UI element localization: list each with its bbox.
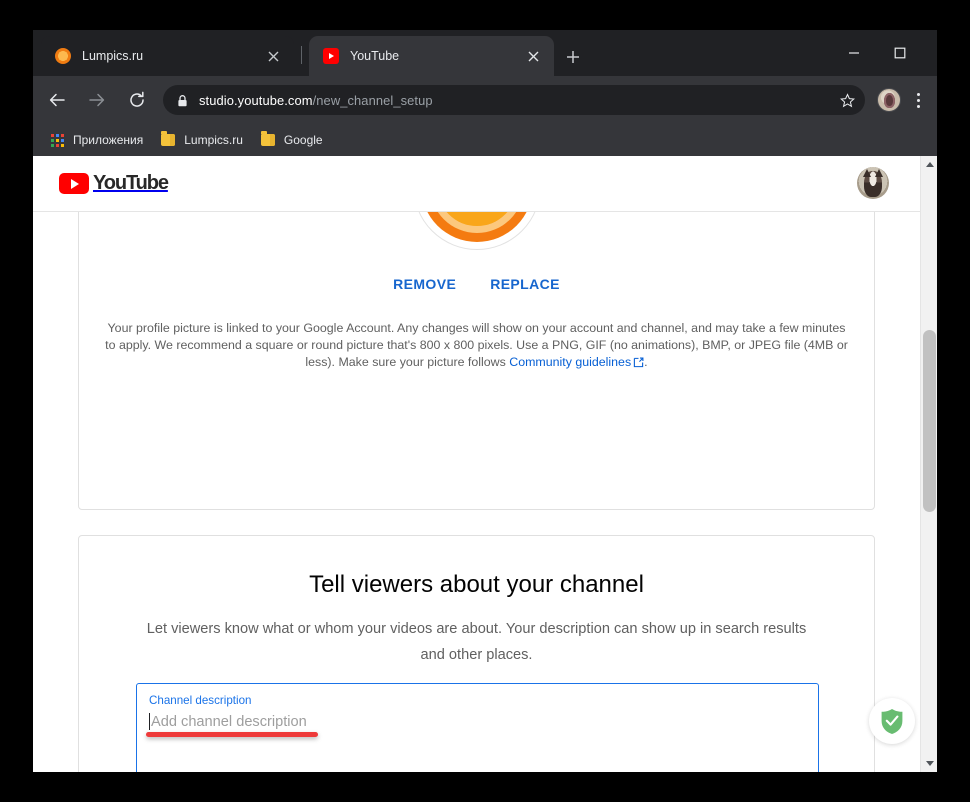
address-bar[interactable]: studio.youtube.com/new_channel_setup xyxy=(163,85,865,115)
bookmark-lumpics[interactable]: Lumpics.ru xyxy=(153,128,251,152)
maximize-window-button[interactable] xyxy=(877,36,923,70)
channel-description-label: Channel description xyxy=(149,694,252,707)
section-subtitle: Let viewers know what or whom your video… xyxy=(146,621,807,663)
screenshot-root: Lumpics.ru YouTube studio.youtube.com/ne… xyxy=(0,0,970,802)
youtube-header: YouTube xyxy=(33,156,920,212)
header-divider xyxy=(33,211,920,212)
remove-picture-button[interactable]: REMOVE xyxy=(385,270,464,298)
red-highlight-underline xyxy=(146,732,318,737)
section-title: Tell viewers about your channel xyxy=(309,571,644,598)
text-caret xyxy=(149,713,150,730)
back-arrow-icon[interactable] xyxy=(41,84,73,116)
channel-description-input[interactable]: Channel description Add channel descript… xyxy=(136,683,819,772)
scroll-up-arrow[interactable] xyxy=(921,156,937,173)
adguard-shield-icon[interactable] xyxy=(869,698,915,744)
star-icon[interactable] xyxy=(840,92,855,108)
orange-slice-favicon xyxy=(55,48,71,64)
youtube-logo[interactable]: YouTube xyxy=(59,172,169,195)
bookmark-google[interactable]: Google xyxy=(253,128,331,152)
external-link-icon xyxy=(633,356,644,373)
url-host: studio.youtube.com xyxy=(199,92,313,108)
browser-profile-avatar[interactable] xyxy=(877,88,901,112)
bookmark-label: Приложения xyxy=(73,133,144,147)
url-path: /new_channel_setup xyxy=(312,92,433,108)
close-tab-icon[interactable] xyxy=(262,45,284,67)
bookmarks-bar: Приложения Lumpics.ru Google xyxy=(33,124,937,156)
apps-grid-icon xyxy=(51,133,64,147)
page-document: Your profile picture appears next to you… xyxy=(33,156,920,772)
url-text: studio.youtube.com/new_channel_setup xyxy=(199,93,834,108)
replace-picture-button[interactable]: REPLACE xyxy=(482,270,568,298)
bookmark-apps[interactable]: Приложения xyxy=(43,128,151,152)
three-dot-menu-icon[interactable] xyxy=(905,92,931,108)
page-scrollbar[interactable] xyxy=(920,156,937,772)
tab-title: YouTube xyxy=(350,49,400,63)
picture-actions: REMOVE REPLACE xyxy=(79,270,874,298)
help-line-3-suffix: . xyxy=(644,355,648,369)
channel-description-placeholder: Add channel description xyxy=(151,713,307,730)
youtube-favicon xyxy=(323,48,339,64)
channel-description-card: Tell viewers about your channel Let view… xyxy=(78,535,875,772)
minimize-window-button[interactable] xyxy=(831,36,877,70)
close-window-button[interactable] xyxy=(923,36,937,70)
folder-icon xyxy=(161,131,176,146)
folder-icon xyxy=(260,131,275,146)
close-tab-icon[interactable] xyxy=(522,45,544,67)
reload-icon[interactable] xyxy=(121,84,153,116)
youtube-wordmark: YouTube xyxy=(93,172,169,194)
help-line-3-prefix: Make sure your picture follows xyxy=(338,355,510,369)
community-guidelines-link[interactable]: Community guidelines xyxy=(509,355,631,369)
lock-icon xyxy=(177,94,188,107)
profile-picture-help-text: Your profile picture is linked to your G… xyxy=(79,320,874,373)
youtube-play-icon xyxy=(59,173,89,194)
channel-description-row: Add channel description xyxy=(149,713,806,730)
account-avatar[interactable] xyxy=(857,167,889,199)
page-viewport: Your profile picture appears next to you… xyxy=(33,156,937,772)
new-tab-button[interactable] xyxy=(556,43,590,71)
forward-arrow-icon[interactable] xyxy=(81,84,113,116)
tab-strip: Lumpics.ru YouTube xyxy=(33,30,937,76)
husky-avatar-image xyxy=(863,169,883,197)
bookmark-label: Google xyxy=(283,133,323,147)
scroll-thumb[interactable] xyxy=(923,330,936,512)
tab-separator xyxy=(301,46,302,64)
tab-title: Lumpics.ru xyxy=(82,49,144,63)
scroll-down-arrow[interactable] xyxy=(921,755,937,772)
browser-tab-youtube[interactable]: YouTube xyxy=(309,36,554,76)
browser-tab-lumpics[interactable]: Lumpics.ru xyxy=(41,36,294,76)
browser-window: Lumpics.ru YouTube studio.youtube.com/ne… xyxy=(33,30,937,772)
bookmark-label: Lumpics.ru xyxy=(184,133,243,147)
browser-toolbar: studio.youtube.com/new_channel_setup xyxy=(33,76,937,124)
